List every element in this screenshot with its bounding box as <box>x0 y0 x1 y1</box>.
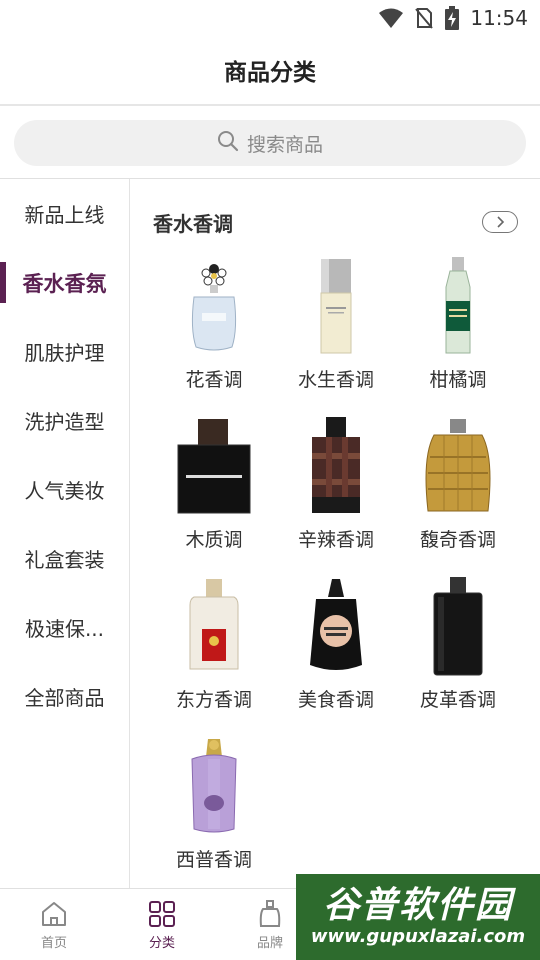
scent-item-aquatic[interactable]: 水生香调 <box>275 257 397 392</box>
sidebar-item-new[interactable]: 新品上线 <box>0 179 129 248</box>
wicker-john-varvatos-bottle <box>408 417 508 517</box>
scent-grid: 花香调 水生香调 柑橘调 木质调 辛辣香调 馥奇香调 东方香调 美食香调 皮革香… <box>153 257 519 872</box>
scent-label: 西普香调 <box>175 849 252 871</box>
scent-label: 馥奇香调 <box>419 529 496 551</box>
acqua-colonia-bottle <box>408 257 508 357</box>
burberry-london-bottle <box>286 417 386 517</box>
tab-label: 品牌 <box>256 936 283 951</box>
encre-noire-bottle <box>164 417 264 517</box>
wifi-icon <box>378 7 404 29</box>
search-input[interactable]: 搜索商品 <box>14 120 526 166</box>
title-bar: 商品分类 <box>0 36 540 106</box>
battery-charging-icon <box>444 6 460 30</box>
purple-ornate-bottle <box>164 737 264 837</box>
no-sim-icon <box>414 7 434 29</box>
category-content: 香水香调 花香调 水生香调 柑橘调 木质调 辛辣香调 馥奇香调 东方香调 美食香… <box>131 179 540 888</box>
scent-item-floral[interactable]: 花香调 <box>153 257 275 392</box>
scent-item-fougere[interactable]: 馥奇香调 <box>397 417 519 552</box>
scent-item-chypre[interactable]: 西普香调 <box>153 737 275 872</box>
sidebar-item-label: 全部商品 <box>24 686 105 710</box>
shalimar-red-bottle <box>164 577 264 677</box>
scent-label: 柑橘调 <box>429 369 487 391</box>
sidebar-item-express[interactable]: 极速保... <box>0 593 129 662</box>
tab-home[interactable]: 首页 <box>0 889 108 960</box>
scent-item-citrus[interactable]: 柑橘调 <box>397 257 519 392</box>
scent-label: 东方香调 <box>175 689 252 711</box>
watermark-url: www.gupuxlazai.com <box>310 926 526 947</box>
scent-item-leather[interactable]: 皮革香调 <box>397 577 519 712</box>
sidebar-item-giftset[interactable]: 礼盒套装 <box>0 524 129 593</box>
sidebar-item-label: 人气美妆 <box>24 479 105 503</box>
sidebar-item-skincare[interactable]: 肌肤护理 <box>0 317 129 386</box>
search-icon <box>217 130 239 156</box>
sidebar-item-label: 礼盒套装 <box>24 548 105 572</box>
scent-label: 辛辣香调 <box>297 529 374 551</box>
scent-item-gourmand[interactable]: 美食香调 <box>275 577 397 712</box>
sidebar-item-label: 洗护造型 <box>24 410 105 434</box>
sidebar-item-label: 极速保... <box>24 617 105 641</box>
section-header: 香水香调 <box>153 207 518 237</box>
scent-label: 美食香调 <box>297 689 374 711</box>
search-placeholder: 搜索商品 <box>246 133 323 156</box>
scent-label: 花香调 <box>185 369 243 391</box>
scent-item-spicy[interactable]: 辛辣香调 <box>275 417 397 552</box>
category-grid-icon <box>149 901 175 927</box>
sidebar-item-label: 香水香氛 <box>22 271 107 296</box>
section-more-button[interactable] <box>482 211 518 233</box>
status-bar: 11:54 <box>0 0 540 36</box>
tab-category[interactable]: 分类 <box>108 889 216 960</box>
status-time: 11:54 <box>470 6 528 30</box>
scent-item-woody[interactable]: 木质调 <box>153 417 275 552</box>
scent-label: 皮革香调 <box>419 689 496 711</box>
section-title: 香水香调 <box>153 211 233 236</box>
daisy-perfume-bottle <box>164 257 264 357</box>
brit-black-bottle <box>408 577 508 677</box>
chevron-right-icon <box>497 216 505 228</box>
black-opium-bottle <box>286 577 386 677</box>
sidebar-item-label: 肌肤护理 <box>24 341 105 365</box>
category-sidebar: 新品上线 香水香氛 肌肤护理 洗护造型 人气美妆 礼盒套装 极速保... 全部商… <box>0 179 130 888</box>
tab-label: 首页 <box>40 936 67 951</box>
leau-dissey-bottle <box>286 257 386 357</box>
sidebar-item-haircare[interactable]: 洗护造型 <box>0 386 129 455</box>
sidebar-item-makeup[interactable]: 人气美妆 <box>0 455 129 524</box>
scent-label: 水生香调 <box>297 369 374 391</box>
sidebar-item-perfume[interactable]: 香水香氛 <box>0 248 129 317</box>
watermark-text: 谷普软件园 <box>322 885 513 926</box>
scent-item-oriental[interactable]: 东方香调 <box>153 577 275 712</box>
tab-label: 分类 <box>148 936 175 951</box>
watermark-logo: 谷普软件园 www.gupuxlazai.com <box>296 874 540 960</box>
scent-label: 木质调 <box>185 529 243 551</box>
sidebar-item-label: 新品上线 <box>24 203 105 227</box>
home-icon <box>42 902 66 926</box>
perfume-bottle-icon <box>259 900 281 927</box>
sidebar-item-all[interactable]: 全部商品 <box>0 662 129 731</box>
page-title: 商品分类 <box>224 60 316 86</box>
